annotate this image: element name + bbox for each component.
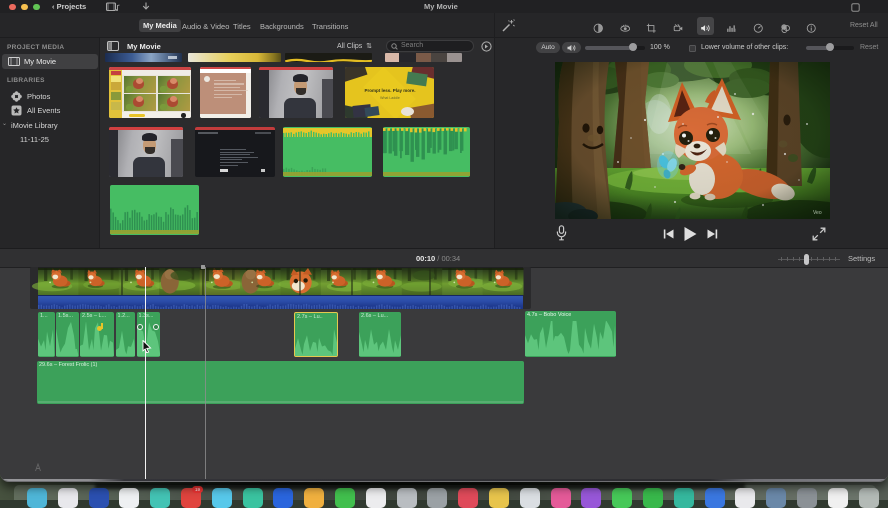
svg-text:Veo: Veo [813, 210, 822, 216]
